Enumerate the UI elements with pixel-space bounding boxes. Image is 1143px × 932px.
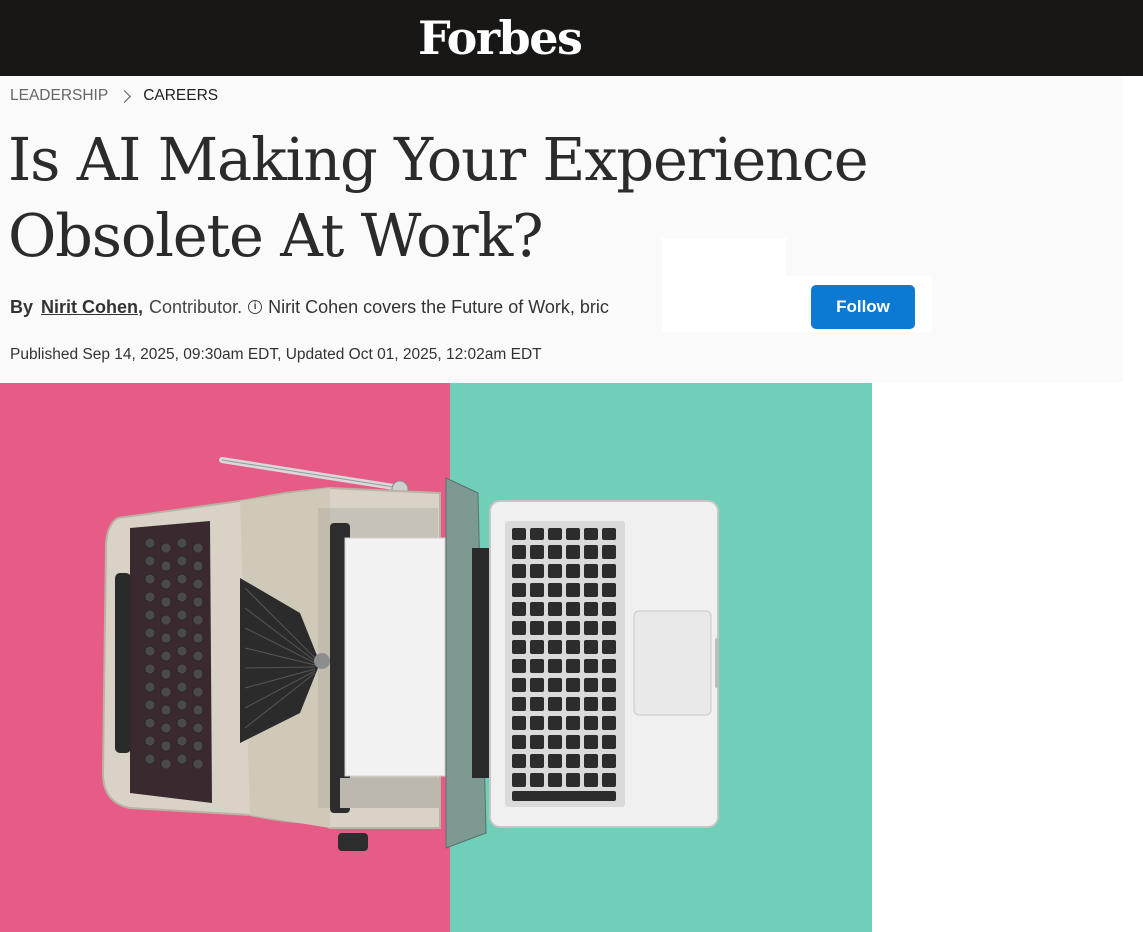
site-header: Forbes xyxy=(0,0,1143,76)
breadcrumb: LEADERSHIP CAREERS xyxy=(10,86,218,106)
byline: By Nirit Cohen , Contributor. i Nirit Co… xyxy=(10,294,664,320)
follow-button[interactable]: Follow xyxy=(811,285,915,329)
breadcrumb-careers[interactable]: CAREERS xyxy=(143,87,218,105)
hero-image xyxy=(0,383,872,932)
chevron-right-icon xyxy=(118,89,132,103)
page-title: Is AI Making Your Experience Obsolete At… xyxy=(8,125,869,270)
author-link[interactable]: Nirit Cohen xyxy=(41,297,138,318)
byline-comma: , xyxy=(138,296,144,317)
typewriter-and-laptop-illustration xyxy=(0,383,872,932)
byline-by-label: By xyxy=(10,296,34,317)
forbes-logo[interactable]: Forbes xyxy=(418,10,583,66)
author-bio: Nirit Cohen covers the Future of Work, b… xyxy=(268,296,609,317)
info-icon[interactable]: i xyxy=(248,300,263,314)
breadcrumb-leadership[interactable]: LEADERSHIP xyxy=(10,87,108,105)
publish-dates: Published Sep 14, 2025, 09:30am EDT, Upd… xyxy=(10,346,542,363)
author-role: Contributor. xyxy=(149,296,243,317)
